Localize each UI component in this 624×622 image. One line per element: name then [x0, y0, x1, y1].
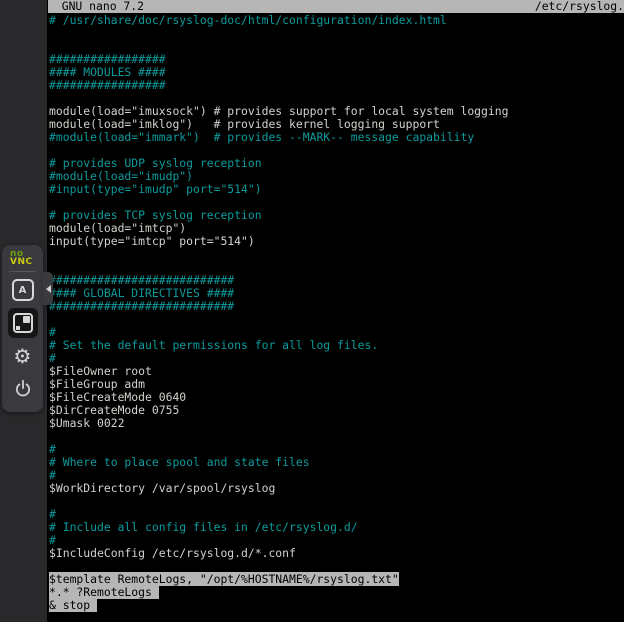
control-bar-collapse-handle[interactable] [43, 272, 53, 305]
toolbar-divider [9, 271, 36, 272]
terminal-line [49, 430, 624, 443]
novnc-logo-vnc: VNC [10, 258, 33, 266]
settings-button[interactable]: ⚙ [14, 346, 32, 366]
terminal-line: # Include all config files in /etc/rsysl… [49, 521, 624, 534]
terminal-line: $DirCreateMode 0755 [49, 404, 624, 417]
novnc-logo: no VNC [10, 250, 33, 266]
chevron-left-icon [42, 285, 51, 293]
power-icon [12, 378, 33, 399]
nano-titlebar: GNU nano 7.2 /etc/rsyslog. [48, 0, 624, 13]
fullscreen-active-highlight [8, 308, 38, 338]
terminal-line: # Set the default permissions for all lo… [49, 339, 624, 352]
terminal-line [49, 313, 624, 326]
terminal-line [49, 495, 624, 508]
clipboard-icon: A [12, 279, 34, 301]
terminal-line: ########################### [49, 300, 624, 313]
terminal-line: # Where to place spool and state files [49, 456, 624, 469]
terminal-line: #input(type="imudp" port="514") [49, 183, 624, 196]
vnc-terminal-screen[interactable]: GNU nano 7.2 /etc/rsyslog. # /usr/share/… [47, 0, 624, 622]
fullscreen-icon [13, 313, 33, 333]
terminal-line: $WorkDirectory /var/spool/rsyslog [49, 482, 624, 495]
disconnect-button[interactable] [12, 378, 33, 399]
terminal-line: # /usr/share/doc/rsyslog-doc/html/config… [49, 14, 624, 27]
fullscreen-icon-square-top-right [23, 316, 30, 323]
terminal-content: # /usr/share/doc/rsyslog-doc/html/config… [49, 14, 624, 622]
terminal-line [49, 248, 624, 261]
terminal-line: ################# [49, 79, 624, 92]
fullscreen-button[interactable] [8, 308, 38, 338]
terminal-line [49, 27, 624, 40]
clipboard-button[interactable]: A [12, 279, 34, 301]
terminal-line: *.* ?RemoteLogs [49, 586, 624, 599]
novnc-control-bar: no VNC A ⚙ [2, 245, 43, 412]
terminal-line: $IncludeConfig /etc/rsyslog.d/*.conf [49, 547, 624, 560]
gear-icon: ⚙ [14, 346, 32, 366]
terminal-line: & stop [49, 599, 624, 612]
nano-filename-label: /etc/rsyslog. [535, 0, 624, 13]
terminal-line: $Umask 0022 [49, 417, 624, 430]
terminal-line: input(type="imtcp" port="514") [49, 235, 624, 248]
fullscreen-icon-square-bottom-left [16, 326, 20, 330]
terminal-line: #module(load="immark") # provides --MARK… [49, 131, 624, 144]
nano-version-label: GNU nano 7.2 [48, 0, 144, 13]
